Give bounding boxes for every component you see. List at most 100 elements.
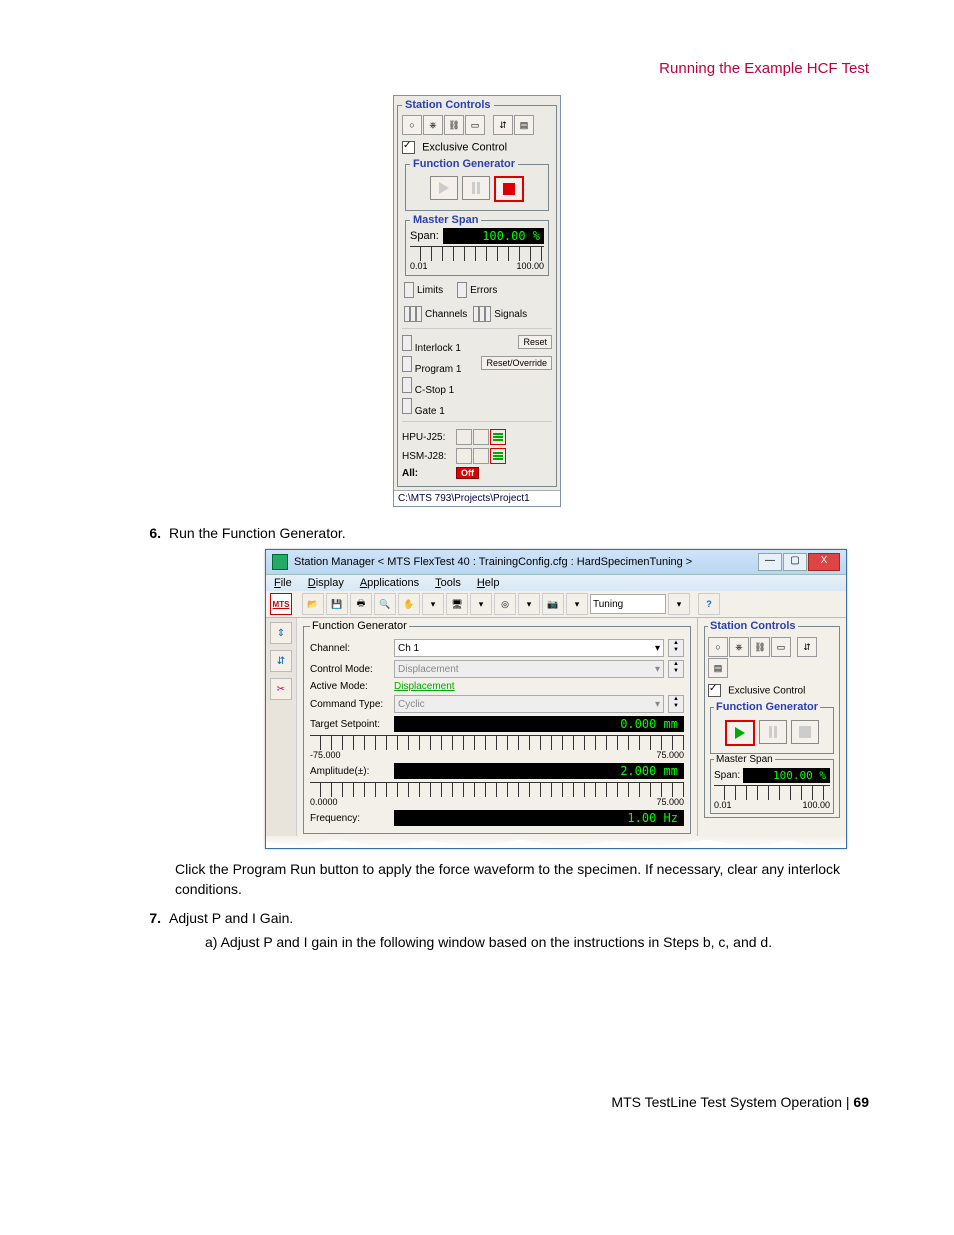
- tb-save[interactable]: 💾: [326, 593, 348, 615]
- minimize-button[interactable]: —: [758, 553, 782, 571]
- errors-light: [457, 282, 467, 298]
- exclusive-checkbox[interactable]: [402, 141, 415, 154]
- menu-help[interactable]: Help: [477, 577, 500, 589]
- tb-dd3[interactable]: ▾: [518, 593, 540, 615]
- sc-btn-2[interactable]: ⎈: [423, 115, 443, 135]
- sc-btn-6[interactable]: ▤: [514, 115, 534, 135]
- sc2-b4[interactable]: ▭: [771, 637, 791, 657]
- tb-dd5[interactable]: ▾: [668, 593, 690, 615]
- tb-target[interactable]: ◎: [494, 593, 516, 615]
- sc2-b6[interactable]: ▤: [708, 658, 728, 678]
- target-setpoint-slider[interactable]: [310, 735, 684, 750]
- target-setpoint-value: 0.000 mm: [394, 716, 684, 732]
- tb-screen[interactable]: 🖥: [446, 593, 468, 615]
- channel-combo[interactable]: Ch 1▾: [394, 639, 664, 657]
- tb-hand[interactable]: ✋: [398, 593, 420, 615]
- active-mode-value: Displacement: [394, 681, 455, 692]
- command-type-combo[interactable]: Cyclic▾: [394, 695, 664, 713]
- span-min: 0.01: [410, 261, 428, 271]
- window-title: Station Manager < MTS FlexTest 40 : Trai…: [294, 556, 692, 568]
- sc2-span-max: 100.00: [802, 800, 830, 810]
- sc-footer-path: C:\MTS 793\Projects\Project1: [394, 490, 560, 506]
- toolbar: MTS 📂 💾 🖶 🔍 ✋ ▾ 🖥 ▾ ◎ ▾ 📷 ▾ ▾ ?: [266, 591, 846, 618]
- fg-play[interactable]: [430, 176, 458, 200]
- control-mode-combo[interactable]: Displacement▾: [394, 660, 664, 678]
- footer-page: 69: [853, 1094, 869, 1110]
- amplitude-value: 2.000 mm: [394, 763, 684, 779]
- frequency-label: Frequency:: [310, 813, 390, 824]
- fg-stop[interactable]: [494, 176, 524, 202]
- reset-override-button[interactable]: Reset/Override: [481, 356, 552, 370]
- channel-spin[interactable]: [668, 639, 684, 657]
- fg-pause-2[interactable]: [759, 720, 787, 744]
- hpu-controls[interactable]: [456, 429, 506, 445]
- fg-pause[interactable]: [462, 176, 490, 200]
- window-icon: [272, 554, 288, 570]
- menu-file[interactable]: File: [274, 577, 292, 589]
- exclusive-control-row[interactable]: Exclusive Control: [402, 141, 552, 154]
- amp-max: 75.000: [656, 797, 684, 807]
- channel-label: Channel:: [310, 643, 390, 654]
- sc2-span-value: 100.00 %: [743, 768, 830, 783]
- sc-btn-5[interactable]: ⇵: [493, 115, 513, 135]
- fg-play-2[interactable]: [725, 720, 755, 746]
- menu-tools[interactable]: Tools: [435, 577, 461, 589]
- sc2-fg-legend: Function Generator: [714, 701, 820, 713]
- sc2-b1[interactable]: ○: [708, 637, 728, 657]
- step6-description: Click the Program Run button to apply th…: [175, 859, 869, 900]
- sc-btn-1[interactable]: ○: [402, 115, 422, 135]
- close-button[interactable]: X: [808, 553, 840, 571]
- tuning-combo[interactable]: [590, 594, 666, 614]
- station-controls-panel: Station Controls ○ ⎈ ⛓ ▭ ⇵ ▤ Exclusive C…: [393, 95, 561, 507]
- tb-open[interactable]: 📂: [302, 593, 324, 615]
- cstop1-label: C-Stop 1: [415, 385, 454, 396]
- tb-dd1[interactable]: ▾: [422, 593, 444, 615]
- function-generator-panel: Function Generator Channel: Ch 1▾ Contro…: [297, 618, 698, 836]
- page-footer: MTS TestLine Test System Operation | 69: [611, 1094, 869, 1110]
- control-mode-spin[interactable]: [668, 660, 684, 678]
- station-manager-window: Station Manager < MTS FlexTest 40 : Trai…: [265, 549, 847, 849]
- side-icon-3[interactable]: ✂: [270, 678, 292, 700]
- sc-btn-3[interactable]: ⛓: [444, 115, 464, 135]
- sc-legend-2: Station Controls: [708, 620, 798, 632]
- all-off-button[interactable]: Off: [456, 467, 479, 479]
- sc-toolbar: ○ ⎈ ⛓ ▭ ⇵ ▤: [402, 113, 552, 137]
- span-label: Span:: [410, 230, 439, 242]
- side-icon-1[interactable]: ⇕: [270, 622, 292, 644]
- mts-icon[interactable]: MTS: [270, 593, 292, 615]
- span-slider[interactable]: [410, 246, 544, 261]
- span-value: 100.00 %: [443, 228, 544, 244]
- exclusive-label: Exclusive Control: [422, 141, 507, 153]
- menu-applications[interactable]: Applications: [360, 577, 419, 589]
- all-label: All:: [402, 468, 450, 479]
- sc2-b5[interactable]: ⇵: [797, 637, 817, 657]
- amplitude-slider[interactable]: [310, 782, 684, 797]
- step-7: 7. Adjust P and I Gain.: [145, 910, 869, 926]
- side-icon-2[interactable]: ⇵: [270, 650, 292, 672]
- program1-label: Program 1: [415, 364, 462, 375]
- sc2-b2[interactable]: ⎈: [729, 637, 749, 657]
- tb-camera[interactable]: 📷: [542, 593, 564, 615]
- step-6: 6. Run the Function Generator.: [145, 525, 869, 541]
- command-type-spin[interactable]: [668, 695, 684, 713]
- tb-preview[interactable]: 🔍: [374, 593, 396, 615]
- menu-bar: File Display Applications Tools Help: [266, 575, 846, 591]
- tb-dd2[interactable]: ▾: [470, 593, 492, 615]
- tb-help[interactable]: ?: [698, 593, 720, 615]
- tb-print[interactable]: 🖶: [350, 593, 372, 615]
- fg-stop-2[interactable]: [791, 720, 819, 744]
- sc2-b3[interactable]: ⛓: [750, 637, 770, 657]
- hsm-controls[interactable]: [456, 448, 506, 464]
- control-mode-label: Control Mode:: [310, 664, 390, 675]
- tb-dd4[interactable]: ▾: [566, 593, 588, 615]
- gate1-label: Gate 1: [415, 406, 445, 417]
- sc-btn-4[interactable]: ▭: [465, 115, 485, 135]
- menu-display[interactable]: Display: [308, 577, 344, 589]
- maximize-button[interactable]: ▢: [783, 553, 807, 571]
- reset-button[interactable]: Reset: [518, 335, 552, 349]
- sc2-span-slider[interactable]: [714, 785, 830, 800]
- errors-label: Errors: [470, 285, 497, 296]
- amp-min: 0.0000: [310, 797, 338, 807]
- sc2-exclusive-check[interactable]: [708, 684, 721, 697]
- sc2-span-min: 0.01: [714, 800, 732, 810]
